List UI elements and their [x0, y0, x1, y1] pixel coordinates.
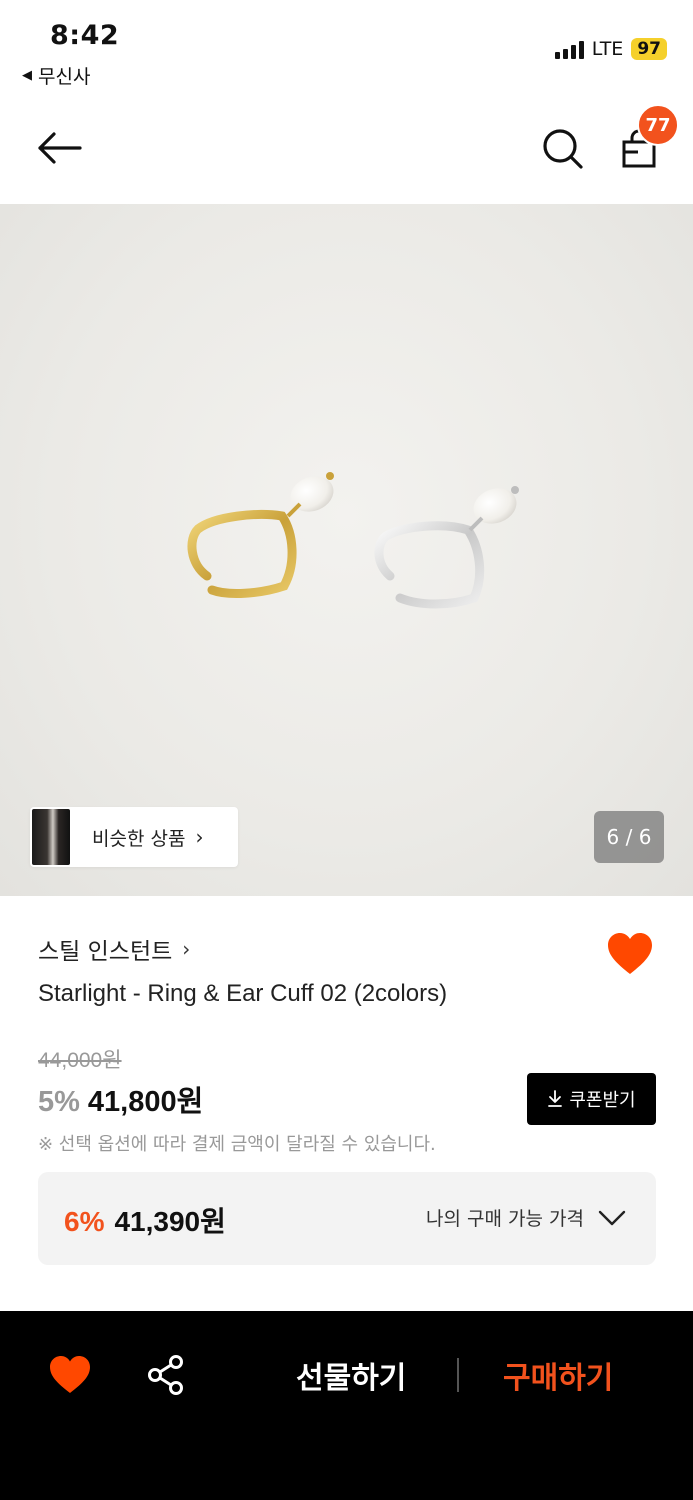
cart-count-badge: 77: [637, 104, 679, 146]
back-app-label: 무신사: [38, 66, 91, 88]
my-price: 41,390원: [114, 1206, 226, 1237]
back-triangle-icon: ◀: [22, 68, 32, 83]
similar-products-label: 비슷한 상품: [92, 827, 186, 850]
original-price: 44,000원: [38, 1049, 122, 1072]
brand-name: 스틸 인스턴트: [38, 939, 173, 965]
discount-rate: 5%: [38, 1086, 80, 1118]
coupon-download-button[interactable]: 쿠폰받기: [527, 1073, 656, 1125]
image-page-indicator: 6 / 6: [594, 811, 664, 863]
brand-link[interactable]: 스틸 인스턴트 ›: [38, 932, 190, 966]
chevron-down-icon: [598, 1210, 626, 1225]
divider: [457, 1358, 459, 1392]
similar-products-button[interactable]: 비슷한 상품 ›: [30, 807, 238, 867]
coupon-label: 쿠폰받기: [569, 1090, 636, 1111]
status-bar: 8:42 ◀ 무신사 LTE 97: [0, 0, 693, 100]
signal-icon: [554, 39, 584, 59]
chevron-right-icon: ›: [195, 825, 204, 849]
network-label: LTE: [591, 38, 624, 60]
chevron-right-icon: ›: [182, 937, 191, 961]
my-price-dropdown[interactable]: 6% 41,390원 나의 구매 가능 가격: [38, 1172, 656, 1265]
bottom-action-bar: 선물하기 구매하기: [0, 1311, 693, 1500]
top-nav: [0, 100, 693, 204]
heart-icon[interactable]: [606, 932, 654, 976]
status-time: 8:42: [50, 20, 120, 51]
battery-icon: 97: [631, 38, 667, 60]
product-title: Starlight - Ring & Ear Cuff 02 (2colors): [38, 980, 448, 1007]
download-icon: [548, 1090, 563, 1107]
heart-icon[interactable]: [48, 1355, 92, 1395]
back-to-app-link[interactable]: ◀ 무신사: [22, 62, 90, 89]
my-discount-rate: 6%: [64, 1206, 105, 1237]
my-price-toggle: 나의 구매 가능 가격: [426, 1204, 626, 1231]
back-arrow-icon[interactable]: [34, 128, 84, 168]
product-photo: [187, 472, 519, 609]
share-icon[interactable]: [146, 1354, 186, 1396]
buy-button[interactable]: 구매하기: [503, 1353, 613, 1397]
product-image-carousel[interactable]: 비슷한 상품 › 6 / 6: [0, 204, 693, 896]
sale-price: 41,800원: [87, 1086, 204, 1118]
similar-product-thumbnail: [32, 809, 70, 865]
search-icon[interactable]: [540, 126, 584, 170]
price-row: 5% 41,800원: [38, 1078, 203, 1120]
gift-button[interactable]: 선물하기: [296, 1353, 406, 1397]
price-notice: ※ 선택 옵션에 따라 결제 금액이 달라질 수 있습니다.: [38, 1134, 436, 1155]
status-indicators: LTE 97: [554, 38, 667, 60]
my-price-label: 나의 구매 가능 가격: [426, 1208, 584, 1230]
my-price-values: 6% 41,390원: [64, 1200, 226, 1240]
